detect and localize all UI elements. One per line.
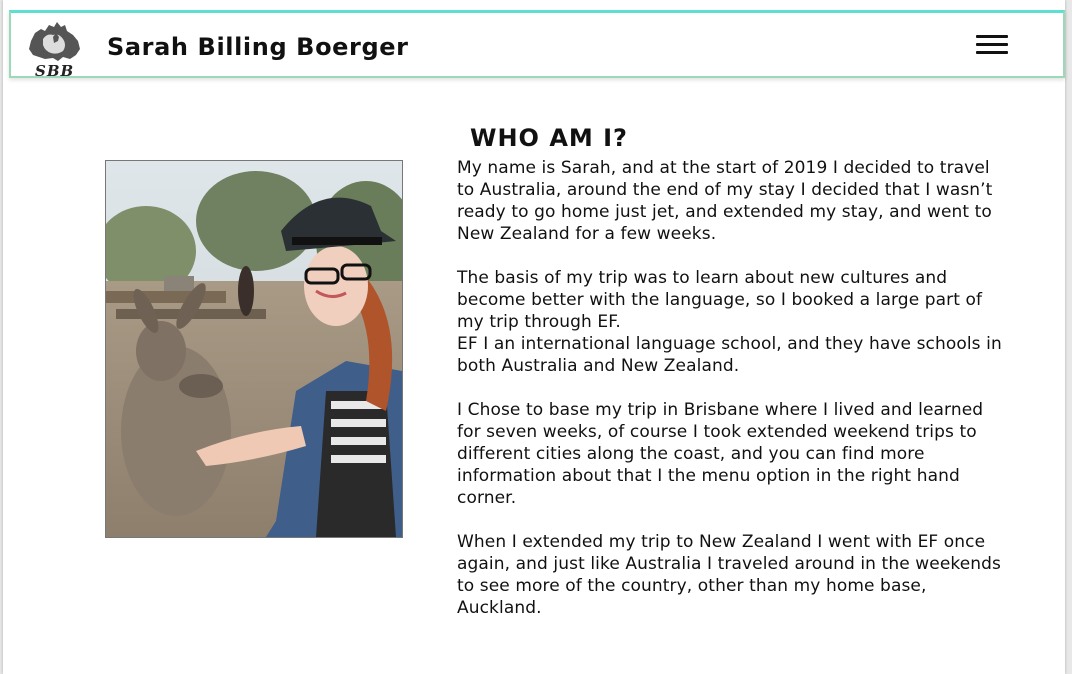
- bio-text: My name is Sarah, and at the start of 20…: [457, 157, 1002, 641]
- bio-paragraph-3: EF I an international language school, a…: [457, 334, 1002, 376]
- australia-map-logo-icon[interactable]: SBB: [23, 19, 83, 80]
- bio-paragraph-1: My name is Sarah, and at the start of 20…: [457, 158, 993, 244]
- page: SBB Sarah Billing Boerger WHO AM I? My n…: [3, 0, 1065, 674]
- hamburger-menu-icon[interactable]: [973, 33, 1009, 59]
- bio-paragraph-5: When I extended my trip to New Zealand I…: [457, 532, 1001, 618]
- profile-photo-kangaroo: [105, 160, 403, 538]
- bio-paragraph-2: The basis of my trip was to learn about …: [457, 268, 983, 332]
- site-title[interactable]: Sarah Billing Boerger: [107, 33, 409, 61]
- bio-paragraph-4: I Chose to base my trip in Brisbane wher…: [457, 400, 984, 508]
- logo-text: SBB: [35, 62, 75, 80]
- top-navigation-bar: SBB Sarah Billing Boerger: [9, 10, 1065, 80]
- section-heading: WHO AM I?: [470, 124, 628, 152]
